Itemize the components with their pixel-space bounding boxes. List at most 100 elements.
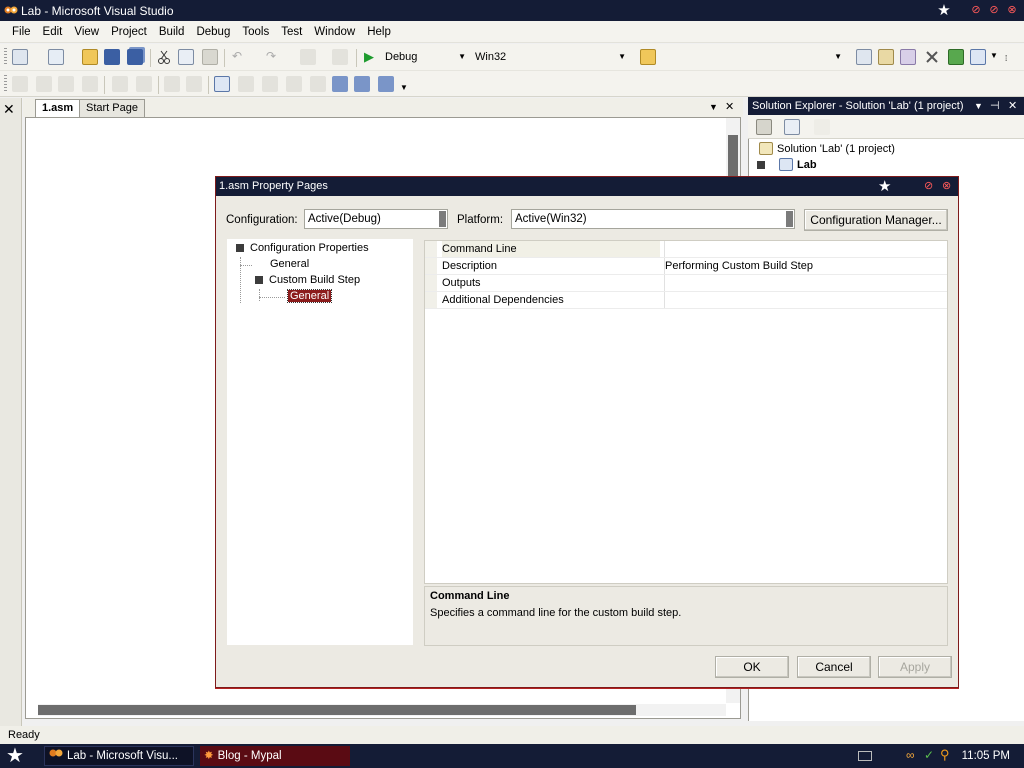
dropdown-button-icon[interactable]	[786, 211, 793, 227]
star-icon[interactable]: ★	[878, 177, 891, 196]
apply-button[interactable]: Apply	[878, 656, 952, 678]
save-all-icon[interactable]	[127, 49, 143, 65]
previous-bookmark-icon[interactable]	[238, 76, 254, 92]
start-button[interactable]: ★	[6, 744, 24, 768]
project-node[interactable]: Lab	[757, 158, 817, 171]
network-icon[interactable]: ✓	[924, 748, 934, 762]
paste-icon[interactable]	[202, 49, 218, 65]
copy-icon[interactable]	[178, 49, 194, 65]
taskbar-item-browser[interactable]: ✸ Blog - Mypal	[200, 746, 350, 766]
tree-item-general[interactable]: General	[270, 258, 309, 270]
object-browser-icon[interactable]	[900, 49, 916, 65]
tab-start-page[interactable]: Start Page	[79, 99, 145, 117]
menu-window[interactable]: Window	[308, 22, 361, 42]
property-row-outputs[interactable]: Outputs	[425, 275, 947, 292]
property-value[interactable]	[664, 241, 947, 257]
solution-platform-combo[interactable]: Win32 ▼	[470, 48, 630, 66]
auto-hide-pin-icon[interactable]: ⊣	[990, 97, 1000, 115]
menu-view[interactable]: View	[68, 22, 105, 42]
previous-bookmark-in-document-icon[interactable]	[332, 76, 348, 92]
menu-debug[interactable]: Debug	[190, 22, 236, 42]
close-icon[interactable]: ✕	[1008, 97, 1017, 115]
solution-node[interactable]: Solution 'Lab' (1 project)	[759, 142, 895, 155]
close-document-icon[interactable]: ✕	[725, 100, 734, 113]
navigate-backward-icon[interactable]	[300, 49, 316, 65]
configuration-combo[interactable]: Active(Debug)	[304, 209, 448, 229]
clear-bookmarks-icon[interactable]	[378, 76, 394, 92]
previous-bookmark-in-folder-icon[interactable]	[286, 76, 302, 92]
close-icon[interactable]: ⊗	[942, 177, 951, 196]
refresh-icon[interactable]	[814, 119, 830, 135]
window-position-icon[interactable]: ▼	[974, 97, 983, 115]
minimize-icon[interactable]: ⊘	[968, 3, 984, 18]
menu-project[interactable]: Project	[105, 22, 153, 42]
uncomment-lines-icon[interactable]	[186, 76, 202, 92]
property-row-command-line[interactable]: Command Line	[425, 241, 947, 258]
chevron-down-icon[interactable]: ▼	[990, 51, 998, 60]
menu-tools[interactable]: Tools	[236, 22, 275, 42]
toolbar-grip[interactable]	[4, 75, 7, 93]
menu-file[interactable]: File	[6, 22, 37, 42]
decrease-indent-icon[interactable]	[112, 76, 128, 92]
start-debugging-icon[interactable]: ▶	[364, 49, 380, 65]
configuration-manager-button[interactable]: Configuration Manager...	[804, 209, 948, 231]
property-value[interactable]	[664, 275, 947, 291]
tree-item-custom-build-general[interactable]: General	[286, 289, 333, 303]
menu-help[interactable]: Help	[361, 22, 397, 42]
save-icon[interactable]	[104, 49, 120, 65]
property-row-description[interactable]: Description Performing Custom Build Step	[425, 258, 947, 275]
tree-item-custom-build-step[interactable]: Custom Build Step	[255, 274, 360, 286]
search-icon[interactable]: ⚲	[940, 747, 950, 763]
next-bookmark-icon[interactable]	[262, 76, 278, 92]
tree-item-configuration-properties[interactable]: Configuration Properties	[236, 242, 369, 254]
help-icon[interactable]: ⊘	[924, 177, 933, 196]
menu-build[interactable]: Build	[153, 22, 191, 42]
next-bookmark-in-document-icon[interactable]	[354, 76, 370, 92]
toolbar-grip[interactable]	[4, 48, 7, 66]
taskbar-item-visual-studio[interactable]: Lab - Microsoft Visu...	[44, 746, 194, 766]
collapse-icon[interactable]	[236, 244, 244, 252]
open-file-icon[interactable]	[82, 49, 98, 65]
find-combo[interactable]: ▼	[660, 48, 846, 66]
toolbar-options-icon[interactable]: ⁞	[1005, 54, 1007, 63]
comment-lines-icon[interactable]	[164, 76, 180, 92]
toolbox-icon[interactable]: ✕	[3, 101, 15, 118]
collapse-icon[interactable]	[757, 160, 765, 169]
add-item-icon[interactable]	[48, 49, 64, 65]
display-object-member-list-icon[interactable]	[12, 76, 28, 92]
maximize-icon[interactable]: ⊘	[986, 3, 1002, 18]
toolbar-options-icon[interactable]: ▼	[400, 83, 408, 92]
show-all-files-icon[interactable]	[784, 119, 800, 135]
find-in-files-icon[interactable]	[640, 49, 656, 65]
toolbox-icon[interactable]	[924, 49, 940, 65]
navigate-forward-icon[interactable]	[332, 49, 348, 65]
cancel-button[interactable]: Cancel	[797, 656, 871, 678]
start-page-icon[interactable]	[948, 49, 964, 65]
tab-1-asm[interactable]: 1.asm	[35, 99, 81, 117]
property-row-additional-dependencies[interactable]: Additional Dependencies	[425, 292, 947, 309]
platform-combo[interactable]: Active(Win32)	[511, 209, 795, 229]
collapse-icon[interactable]	[255, 276, 263, 284]
property-value[interactable]	[664, 292, 947, 308]
editor-vertical-scroll-thumb[interactable]	[728, 135, 738, 180]
quick-info-icon[interactable]	[58, 76, 74, 92]
solution-configuration-combo[interactable]: Debug ▼	[380, 48, 470, 66]
active-files-dropdown-icon[interactable]: ▼	[709, 102, 718, 112]
star-icon[interactable]: ★	[936, 3, 952, 18]
undo-icon[interactable]: ↶	[232, 49, 248, 65]
redo-icon[interactable]: ↷	[266, 49, 282, 65]
editor-horizontal-scroll-thumb[interactable]	[38, 705, 636, 715]
clock[interactable]: 11:05 PM	[962, 744, 1010, 768]
properties-window-icon[interactable]	[878, 49, 894, 65]
complete-word-icon[interactable]	[82, 76, 98, 92]
ok-button[interactable]: OK	[715, 656, 789, 678]
close-icon[interactable]: ⊗	[1004, 3, 1020, 18]
properties-icon[interactable]	[756, 119, 772, 135]
cut-icon[interactable]	[156, 49, 172, 65]
command-window-icon[interactable]	[970, 49, 986, 65]
property-value[interactable]: Performing Custom Build Step	[664, 258, 947, 274]
next-bookmark-in-folder-icon[interactable]	[310, 76, 326, 92]
toolbox-strip[interactable]: ✕	[0, 98, 22, 728]
keyboard-icon[interactable]	[858, 751, 872, 761]
increase-indent-icon[interactable]	[136, 76, 152, 92]
